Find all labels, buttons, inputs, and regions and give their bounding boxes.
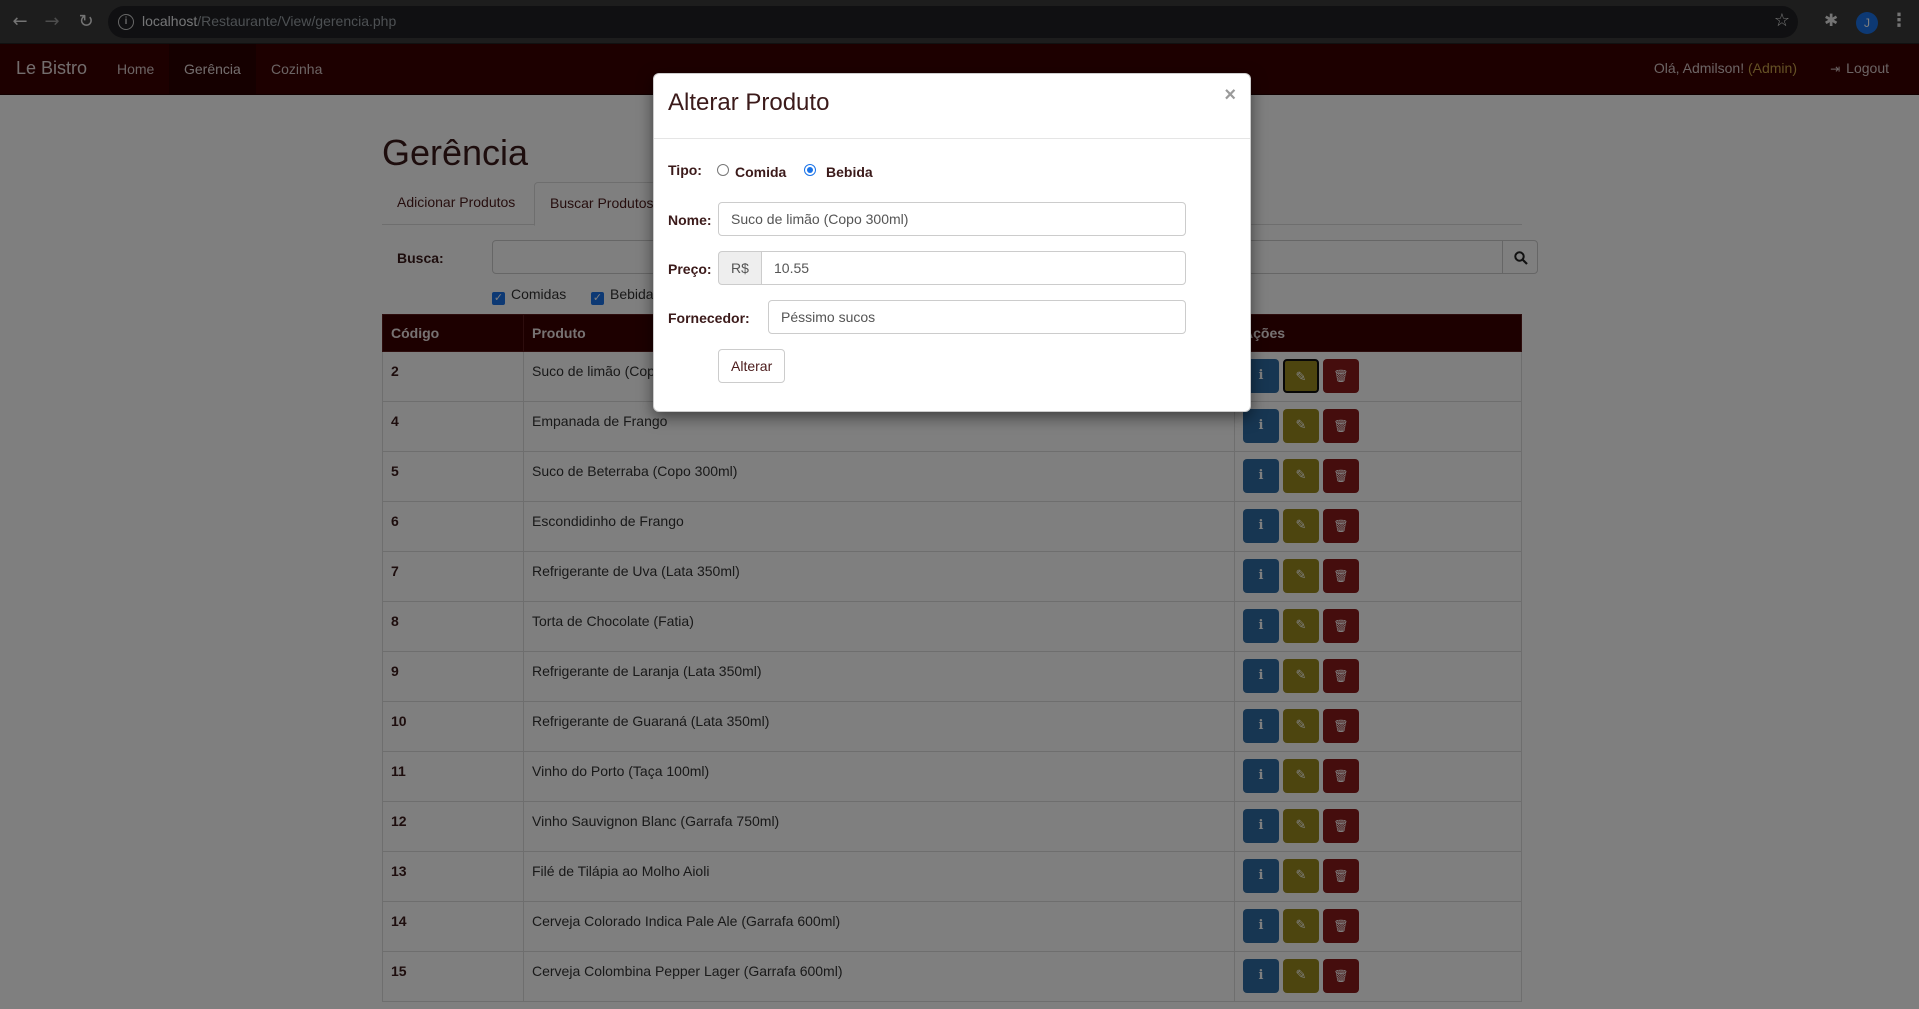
fornecedor-label: Fornecedor: bbox=[668, 310, 750, 326]
preco-label: Preço: bbox=[668, 261, 712, 277]
nome-input[interactable]: Suco de limão (Copo 300ml) bbox=[718, 202, 1186, 236]
alterar-button[interactable]: Alterar bbox=[718, 349, 786, 383]
close-icon[interactable]: × bbox=[1224, 84, 1236, 107]
radio-bebida[interactable] bbox=[804, 164, 816, 176]
radio-comida[interactable] bbox=[717, 164, 729, 176]
currency-addon: R$ bbox=[718, 251, 762, 285]
radio-comida-label[interactable]: Comida bbox=[735, 164, 786, 180]
tipo-label: Tipo: bbox=[668, 162, 702, 178]
modal-title: Alterar Produto bbox=[668, 89, 830, 116]
radio-bebida-label[interactable]: Bebida bbox=[826, 164, 873, 180]
edit-product-modal: Alterar Produto × Tipo: Comida Bebida No… bbox=[653, 73, 1251, 412]
modal-header: Alterar Produto × bbox=[654, 74, 1250, 139]
preco-input[interactable]: 10.55 bbox=[761, 251, 1186, 285]
nome-label: Nome: bbox=[668, 212, 712, 228]
fornecedor-input[interactable]: Péssimo sucos bbox=[768, 300, 1186, 334]
